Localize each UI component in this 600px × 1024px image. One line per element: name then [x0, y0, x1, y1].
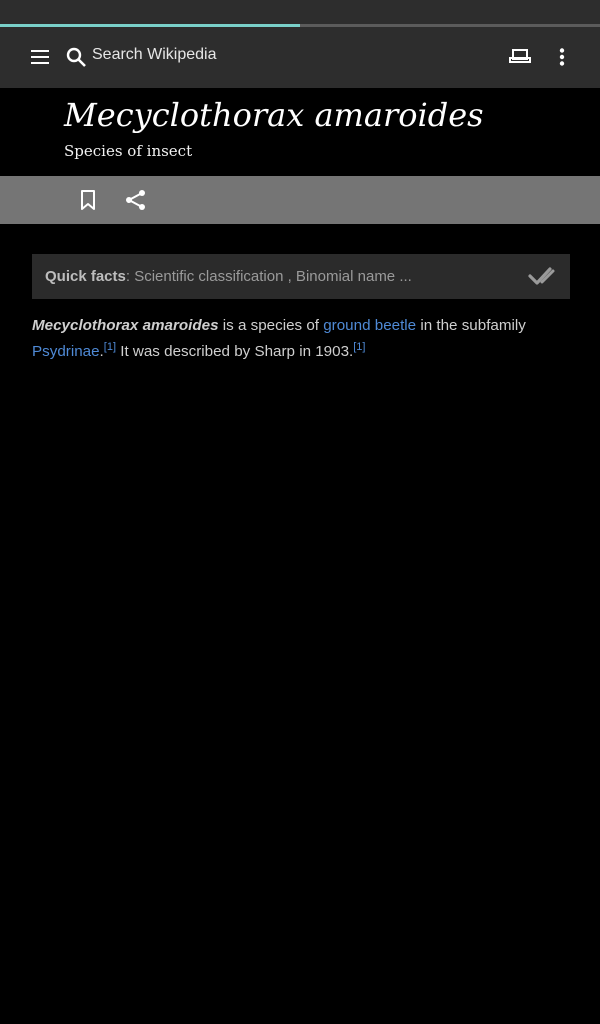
article-text: is a species of [218, 317, 324, 334]
page-subtitle: Species of insect [64, 142, 193, 160]
article-subject: Mecyclothorax amaroides [32, 317, 219, 334]
reading-lists-icon[interactable] [504, 41, 536, 73]
quick-facts-summary: : Scientific classification , Binomial n… [125, 268, 412, 285]
more-vert-icon[interactable] [546, 41, 578, 73]
share-icon[interactable] [122, 186, 150, 214]
page-title: Mecyclothorax amaroides [64, 96, 484, 134]
menu-icon[interactable] [24, 41, 56, 73]
search-input[interactable]: Search Wikipedia [92, 46, 217, 64]
quick-facts-text: Quick facts: Scientific classification ,… [45, 268, 412, 285]
reference-link[interactable]: [1] [104, 341, 116, 353]
bookmark-icon[interactable] [74, 186, 102, 214]
status-strip [0, 0, 600, 24]
article-text: in the subfamily [416, 317, 526, 334]
reference-link[interactable]: [1] [353, 341, 365, 353]
search-icon[interactable] [60, 41, 92, 73]
article-paragraph: Mecyclothorax amaroides is a species of … [32, 313, 572, 365]
quick-facts-box[interactable]: Quick facts: Scientific classification ,… [32, 254, 570, 299]
expand-check-icon[interactable] [528, 264, 556, 290]
article-action-bar [0, 176, 600, 224]
quick-facts-label: Quick facts [45, 268, 126, 285]
top-toolbar: Search Wikipedia [0, 27, 600, 88]
link-ground-beetle[interactable]: ground beetle [323, 317, 416, 334]
article-text: It was described by Sharp in 1903. [116, 343, 354, 360]
link-psydrinae[interactable]: Psydrinae [32, 343, 100, 360]
article-header: Mecyclothorax amaroides Species of insec… [0, 88, 600, 176]
